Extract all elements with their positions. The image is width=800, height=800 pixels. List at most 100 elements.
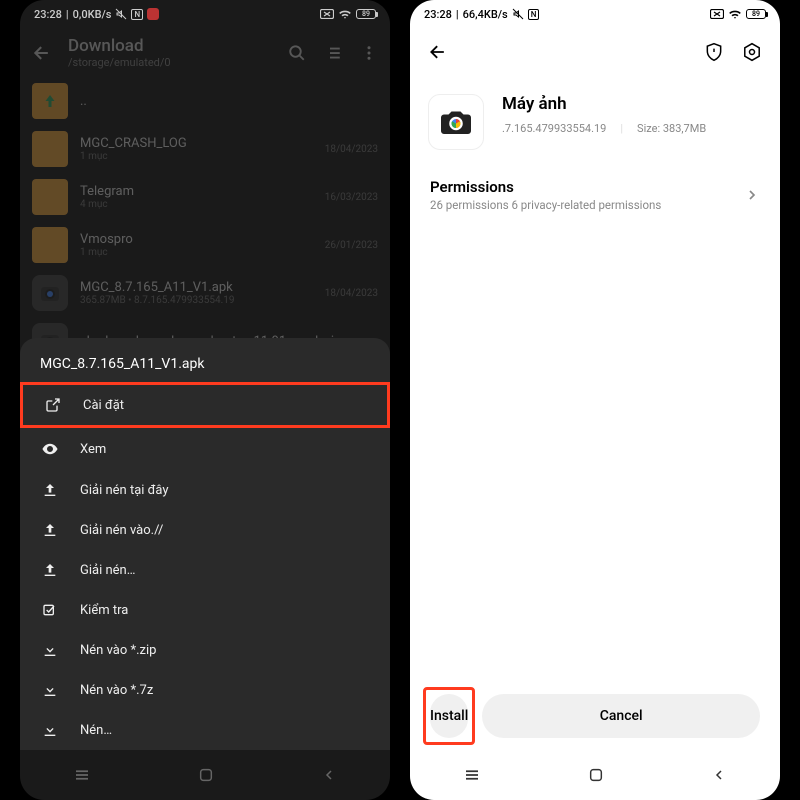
- nav-back-icon[interactable]: [321, 767, 337, 783]
- file-date: 26/01/2023: [325, 240, 378, 251]
- folder-icon: [32, 227, 68, 263]
- sheet-item-label: Giải nén…: [80, 563, 135, 578]
- folder-icon: [32, 179, 68, 215]
- battery-icon: 89: [746, 9, 766, 19]
- sheet-item-label: Kiểm tra: [80, 603, 128, 618]
- phone-right: 23:28 | 66,4KB/s N 89 Máy ảnh .7.165.479…: [410, 0, 780, 800]
- upload-icon: [40, 482, 60, 498]
- file-name: MGC_8.7.165_A11_V1.apk: [80, 280, 317, 295]
- settings-hex-icon[interactable]: [742, 42, 762, 62]
- status-speed: 66,4KB/s: [463, 8, 508, 21]
- file-date: 18/04/2023: [325, 144, 378, 155]
- nav-recent-icon[interactable]: [73, 766, 91, 784]
- mute-icon: [115, 8, 127, 20]
- file-date: 16/03/2023: [325, 192, 378, 203]
- file-name: ..: [80, 94, 378, 109]
- dim-backdrop: Download /storage/emulated/0 .. MGC_CRASH…: [20, 28, 390, 365]
- sheet-title: MGC_8.7.165_A11_V1.apk: [20, 352, 390, 382]
- file-name: Telegram: [80, 184, 317, 199]
- status-time: 23:28: [424, 8, 452, 21]
- file-meta: 1 mục: [80, 247, 317, 258]
- folder-row[interactable]: MGC_CRASH_LOG1 mục 18/04/2023: [20, 125, 390, 173]
- up-row[interactable]: ..: [20, 77, 390, 125]
- app-name: Máy ảnh: [502, 94, 706, 114]
- apk-icon: [32, 275, 68, 311]
- cancel-button[interactable]: Cancel: [482, 694, 760, 738]
- fm-title: Download: [68, 36, 288, 56]
- sheet-item-label: Giải nén tại đây: [80, 483, 169, 498]
- wifi-icon: [728, 8, 742, 20]
- upload-icon: [40, 522, 60, 538]
- sheet-item-check-box[interactable]: Kiểm tra: [20, 590, 390, 630]
- file-meta: 365.87MB • 8.7.165.479933554.19: [80, 295, 317, 306]
- chevron-right-icon: [744, 187, 760, 203]
- sheet-item-label: Nén vào *.zip: [80, 643, 156, 658]
- nav-bar-left: [20, 750, 390, 800]
- status-speed: 0,0KB/s: [73, 8, 112, 21]
- nav-back-icon[interactable]: [711, 767, 727, 783]
- file-meta: 4 mục: [80, 199, 317, 210]
- shield-alert-icon[interactable]: [704, 42, 724, 62]
- eye-icon: [40, 440, 60, 458]
- nav-bar-right: [410, 750, 780, 800]
- sheet-item-download[interactable]: Nén…: [20, 710, 390, 750]
- permissions-row[interactable]: Permissions 26 permissions 6 privacy-rel…: [410, 168, 780, 222]
- file-name: Vmospro: [80, 232, 317, 247]
- more-icon[interactable]: [360, 44, 378, 62]
- sheet-item-download[interactable]: Nén vào *.7z: [20, 670, 390, 710]
- bottom-sheet: MGC_8.7.165_A11_V1.apk Cài đặt Xem Giải né…: [20, 338, 390, 750]
- camera-icon: [438, 104, 474, 140]
- folder-row[interactable]: Vmospro1 mục 26/01/2023: [20, 221, 390, 269]
- back-icon[interactable]: [428, 42, 448, 62]
- file-meta: 1 mục: [80, 151, 317, 162]
- phone-left: 23:28 | 0,0KB/s N 89 Download /storage/e…: [20, 0, 390, 800]
- search-icon[interactable]: [288, 44, 306, 62]
- install-highlight: Install: [423, 687, 475, 745]
- status-bar-right: 23:28 | 66,4KB/s N 89: [410, 0, 780, 28]
- sheet-item-label: Nén vào *.7z: [80, 683, 153, 698]
- fm-path: /storage/emulated/0: [68, 56, 288, 69]
- app-indicator-icon: [147, 8, 159, 20]
- mute-icon: [512, 8, 524, 20]
- sheet-item-upload[interactable]: Giải nén…: [20, 550, 390, 590]
- nav-recent-icon[interactable]: [463, 766, 481, 784]
- file-name: MGC_CRASH_LOG: [80, 136, 317, 151]
- back-icon[interactable]: [32, 43, 52, 63]
- sheet-item-open-external[interactable]: Cài đặt: [20, 382, 390, 428]
- nfc-icon: N: [528, 9, 540, 20]
- download-icon: [40, 722, 60, 738]
- app-version: .7.165.479933554.19: [502, 122, 606, 135]
- folder-up-icon: [32, 83, 68, 119]
- battery-icon: 89: [356, 9, 376, 19]
- app-block: Máy ảnh .7.165.479933554.19 | Size: 383,…: [410, 76, 780, 168]
- sheet-item-label: Xem: [80, 442, 106, 457]
- list-view-icon[interactable]: [324, 44, 342, 62]
- folder-row[interactable]: Telegram4 mục 16/03/2023: [20, 173, 390, 221]
- status-bar-left: 23:28 | 0,0KB/s N 89: [20, 0, 390, 28]
- check-box-icon: [40, 602, 60, 618]
- nfc-icon: N: [131, 9, 143, 20]
- nav-home-icon[interactable]: [198, 767, 214, 783]
- file-date: 18/04/2023: [325, 288, 378, 299]
- file-row-apk[interactable]: MGC_8.7.165_A11_V1.apk365.87MB • 8.7.165…: [20, 269, 390, 317]
- sheet-item-label: Nén…: [80, 723, 112, 738]
- nav-home-icon[interactable]: [588, 767, 604, 783]
- perms-title: Permissions: [430, 178, 744, 196]
- app-size: Size: 383,7MB: [637, 122, 706, 135]
- download-icon: [40, 682, 60, 698]
- sheet-item-label: Giải nén vào.//: [80, 523, 163, 538]
- x-box-icon: [710, 9, 724, 19]
- app-icon: [428, 94, 484, 150]
- upload-icon: [40, 562, 60, 578]
- sheet-item-eye[interactable]: Xem: [20, 428, 390, 470]
- perms-sub: 26 permissions 6 privacy-related permiss…: [430, 198, 744, 212]
- download-icon: [40, 642, 60, 658]
- sheet-item-label: Cài đặt: [83, 398, 124, 413]
- sheet-item-download[interactable]: Nén vào *.zip: [20, 630, 390, 670]
- install-button[interactable]: Install: [430, 694, 468, 738]
- folder-icon: [32, 131, 68, 167]
- sheet-item-upload[interactable]: Giải nén tại đây: [20, 470, 390, 510]
- open-external-icon: [43, 397, 63, 413]
- sheet-item-upload[interactable]: Giải nén vào.//: [20, 510, 390, 550]
- wifi-icon: [338, 8, 352, 20]
